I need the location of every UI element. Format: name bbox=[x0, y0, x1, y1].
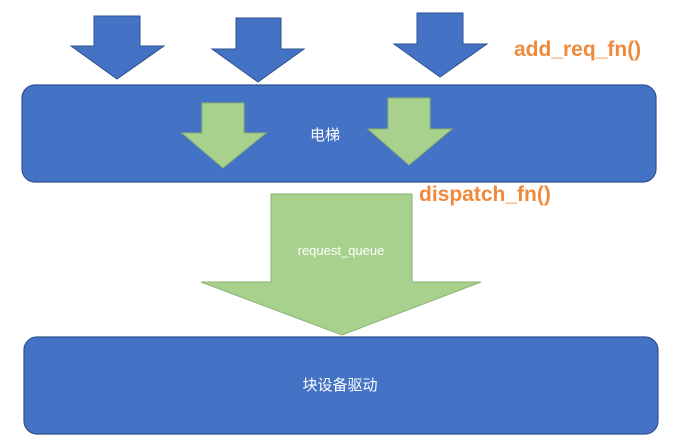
request-queue-label: request_queue bbox=[298, 243, 385, 258]
incoming-request-arrow-1 bbox=[69, 15, 166, 80]
elevator-label: 电梯 bbox=[310, 126, 340, 144]
dispatch-fn-label: dispatch_fn() bbox=[419, 183, 551, 206]
block-device-driver-label: 块设备驱动 bbox=[302, 376, 377, 394]
add-req-fn-label: add_req_fn() bbox=[514, 38, 641, 61]
request-queue-arrow bbox=[200, 193, 482, 336]
incoming-request-arrow-2 bbox=[210, 17, 306, 83]
io-scheduler-diagram: 电梯 add_req_fn() dispatch_fn() request_qu… bbox=[21, 12, 659, 435]
incoming-request-arrow-3 bbox=[392, 12, 489, 78]
